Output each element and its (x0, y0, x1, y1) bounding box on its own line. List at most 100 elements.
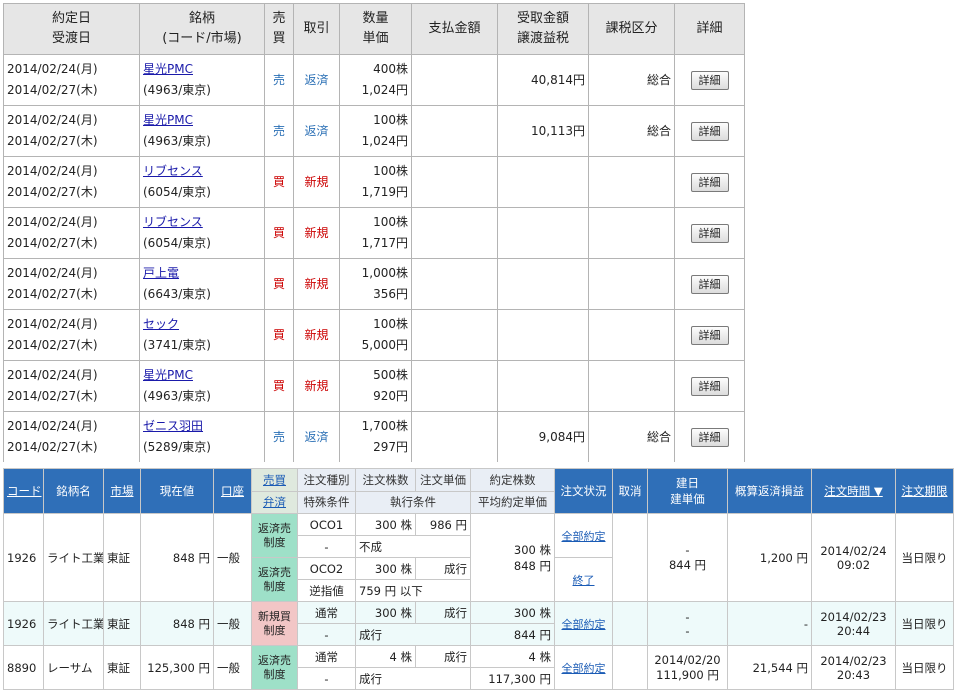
detail-button[interactable]: 詳細 (690, 70, 729, 90)
stock-code: (6054/東京) (143, 236, 211, 250)
stock-code: (4963/東京) (143, 83, 211, 97)
col-side[interactable]: 売買 (251, 468, 298, 492)
stock-cell: 星光PMC (4963/東京) (139, 360, 265, 412)
pay-cell (411, 309, 498, 361)
receive-cell (497, 360, 589, 412)
detail-button[interactable]: 詳細 (690, 376, 729, 396)
trade-type-cell: 返済 (293, 105, 340, 157)
status-link[interactable]: 全部約定 (554, 645, 613, 690)
tax-class-cell: 総合 (588, 411, 675, 462)
col-header: 支払金額 (411, 3, 498, 55)
col-status: 注文状況 (554, 468, 613, 514)
tax-class-cell (588, 207, 675, 259)
col-code: コード (3, 468, 44, 514)
table-row: 2014/02/24(月) 2014/02/27(木) 星光PMC (4963/東京)… (3, 54, 745, 106)
pl-cell: 21,544 円 (727, 645, 812, 690)
stock-link[interactable]: リブセンス (143, 212, 261, 233)
market-cell: 東証 (103, 601, 141, 646)
trade-date: 2014/02/24(月) (7, 266, 98, 280)
settle-date: 2014/02/27(木) (7, 389, 98, 403)
date-cell: 2014/02/24(月) 2014/02/27(木) (3, 258, 140, 310)
unit-price: 1,717円 (361, 236, 408, 250)
order-price-cell: 成行 (415, 601, 471, 624)
time-cell: 2014/02/23 20:44 (811, 601, 896, 646)
special-cell: - (297, 667, 356, 690)
settle-date: 2014/02/27(木) (7, 236, 98, 250)
side-label-sub: 制度 (263, 623, 286, 637)
trade-type-cell: 新規 (293, 360, 340, 412)
table-row: 2014/02/24(月) 2014/02/27(木) リブセンス (6054/東京)… (3, 156, 745, 208)
stock-link[interactable]: 星光PMC (143, 365, 261, 386)
col-open-date: 建日 (676, 476, 699, 490)
col-header-line1: 課税区分 (605, 21, 658, 36)
quantity: 400株 (373, 62, 408, 76)
detail-cell: 詳細 (674, 360, 745, 412)
col-header: 取引 (293, 3, 340, 55)
exec-cond-cell: 不成 (355, 535, 471, 558)
tax-class-cell (588, 360, 675, 412)
date-cell: 2014/02/24(月) 2014/02/27(木) (3, 360, 140, 412)
col-header-line1: 売 (272, 11, 286, 26)
table-row: 1926 ライト工業 東証 848 円 一般 返済売 制度 OCO1 300 株 … (3, 513, 954, 602)
col-header-line2: 譲渡益税 (516, 31, 569, 46)
side-label-sub: 制度 (263, 667, 286, 681)
trade-type-cell: 返済 (293, 54, 340, 106)
detail-cell: 詳細 (674, 309, 745, 361)
table-row: 2014/02/24(月) 2014/02/27(木) 星光PMC (4963/東京)… (3, 360, 745, 412)
qty-price-cell: 500株 920円 (339, 360, 412, 412)
stock-link[interactable]: 星光PMC (143, 110, 261, 131)
trade-date: 2014/02/24(月) (7, 317, 98, 331)
col-header-line1: 取引 (303, 21, 330, 36)
table-row: 2014/02/24(月) 2014/02/27(木) セック (3741/東京) 買新… (3, 309, 745, 361)
unit-price: 1,024円 (361, 83, 408, 97)
detail-button[interactable]: 詳細 (690, 427, 729, 447)
stock-cell: ゼニス羽田 (5289/東京) (139, 411, 265, 462)
exec-cond-cell: 成行 (355, 667, 471, 690)
col-time[interactable]: 注文時間 ▼ (811, 468, 896, 514)
cancel-cell (612, 513, 648, 602)
stock-link[interactable]: 星光PMC (143, 59, 261, 80)
name-cell: レーサム (43, 645, 104, 690)
order-qty-cell: 300 株 (355, 513, 416, 536)
detail-button[interactable]: 詳細 (690, 325, 729, 345)
stock-link[interactable]: リブセンス (143, 161, 261, 182)
status-link[interactable]: 全部約定 (554, 513, 613, 558)
settle-date: 2014/02/27(木) (7, 134, 98, 148)
open-price: 844 円 (668, 557, 707, 572)
col-header: 受取金額 譲渡益税 (497, 3, 589, 55)
table-row: 2014/02/24(月) 2014/02/27(木) リブセンス (6054/東京)… (3, 207, 745, 259)
col-header: 課税区分 (588, 3, 675, 55)
trade-type-cell: 返済 (293, 411, 340, 462)
qty-price-cell: 400株 1,024円 (339, 54, 412, 106)
col-account[interactable]: 口座 (213, 468, 252, 514)
detail-button[interactable]: 詳細 (690, 172, 729, 192)
unit-price: 297円 (373, 440, 408, 454)
detail-button[interactable]: 詳細 (690, 223, 729, 243)
col-order-price: 注文単価 (415, 468, 471, 492)
settle-date: 2014/02/27(木) (7, 287, 98, 301)
status-link[interactable]: 全部約定 (554, 601, 613, 646)
status-link[interactable]: 終了 (554, 557, 613, 602)
quantity: 100株 (373, 317, 408, 331)
stock-link[interactable]: ゼニス羽田 (143, 416, 261, 437)
time-clock: 20:43 (836, 667, 871, 682)
received-amount: 9,084円 (538, 429, 585, 444)
col-header-line1: 銘柄 (188, 11, 215, 26)
stock-code: (4963/東京) (143, 134, 211, 148)
unit-price: 1,719円 (361, 185, 408, 199)
side-label: 返済売 (258, 521, 291, 535)
stock-link[interactable]: セック (143, 314, 261, 335)
side-label: 返済売 (258, 565, 291, 579)
col-side-sub[interactable]: 弁済 (251, 490, 298, 514)
col-header: 詳細 (674, 3, 745, 55)
receive-cell (497, 207, 589, 259)
col-open-price: 建単価 (670, 492, 705, 506)
open-cell: - 844 円 (647, 513, 728, 602)
side-label-sub: 制度 (263, 579, 286, 593)
filled-qty: 300 株 (470, 601, 555, 624)
detail-button[interactable]: 詳細 (690, 121, 729, 141)
detail-button[interactable]: 詳細 (690, 274, 729, 294)
stock-link[interactable]: 戸上電 (143, 263, 261, 284)
tax-class-cell (588, 156, 675, 208)
unit-price: 920円 (373, 389, 408, 403)
